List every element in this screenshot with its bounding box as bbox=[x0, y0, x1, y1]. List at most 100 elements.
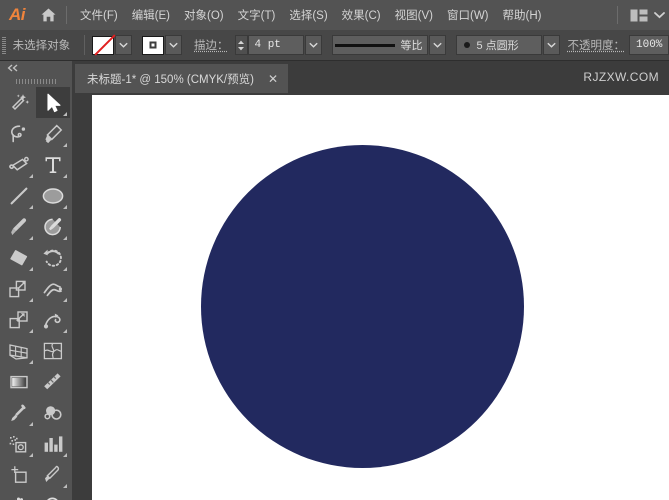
menu-item-file[interactable]: 文件(F) bbox=[73, 3, 125, 27]
app-logo: Ai bbox=[0, 0, 34, 30]
stroke-profile-dropdown[interactable] bbox=[429, 35, 446, 55]
tool-flyout-indicator bbox=[63, 236, 67, 240]
brush-definition-select[interactable]: 5 点圆形 bbox=[456, 35, 542, 55]
tool-line-segment[interactable] bbox=[2, 180, 36, 211]
document-tab-title: 未标题-1* @ 150% (CMYK/预览) bbox=[87, 71, 254, 87]
chevron-down-icon[interactable] bbox=[654, 11, 665, 19]
tool-flyout-indicator bbox=[63, 267, 67, 271]
tools-panel-grip[interactable] bbox=[0, 75, 72, 87]
tool-flyout-indicator bbox=[63, 298, 67, 302]
stroke-weight-label: 描边： bbox=[194, 37, 229, 53]
stroke-profile-select[interactable]: 等比 bbox=[332, 35, 428, 55]
tool-eraser[interactable] bbox=[2, 242, 36, 273]
fill-swatch-dropdown[interactable] bbox=[115, 35, 132, 55]
menu-item-view[interactable]: 视图(V) bbox=[388, 3, 440, 27]
menubar-right-group bbox=[605, 0, 665, 30]
stroke-profile-value: 等比 bbox=[401, 37, 423, 53]
brush-definition-dropdown[interactable] bbox=[543, 35, 560, 55]
tool-flyout-indicator bbox=[63, 205, 67, 209]
menu-item-effect[interactable]: 效果(C) bbox=[335, 3, 388, 27]
tool-slice[interactable] bbox=[36, 459, 70, 490]
tool-flyout-indicator bbox=[29, 360, 33, 364]
tool-flyout-indicator bbox=[29, 205, 33, 209]
brush-preview-icon bbox=[464, 42, 470, 48]
tool-flyout-indicator bbox=[63, 112, 67, 116]
options-divider-1 bbox=[84, 35, 85, 55]
tool-pen[interactable] bbox=[36, 118, 70, 149]
tool-free-transform[interactable] bbox=[2, 304, 36, 335]
menubar-divider-right bbox=[617, 6, 618, 24]
stroke-weight-dropdown[interactable] bbox=[305, 35, 322, 55]
tool-flyout-indicator bbox=[29, 236, 33, 240]
tool-selection[interactable] bbox=[36, 87, 70, 118]
menu-item-edit[interactable]: 编辑(E) bbox=[125, 3, 177, 27]
options-bar-grip[interactable] bbox=[0, 30, 9, 61]
tool-type[interactable] bbox=[36, 149, 70, 180]
menu-item-object[interactable]: 对象(O) bbox=[177, 3, 231, 27]
stroke-swatch-dropdown[interactable] bbox=[165, 35, 182, 55]
fill-none-swatch[interactable] bbox=[92, 36, 114, 55]
tool-flyout-indicator bbox=[63, 329, 67, 333]
opacity-label: 不透明度： bbox=[568, 37, 626, 53]
tool-mesh[interactable] bbox=[36, 335, 70, 366]
tool-shape-builder[interactable] bbox=[36, 304, 70, 335]
workspace-switcher-icon[interactable] bbox=[630, 9, 648, 22]
menu-item-list: 文件(F) 编辑(E) 对象(O) 文字(T) 选择(S) 效果(C) 视图(V… bbox=[73, 3, 548, 27]
selection-status-label: 未选择对象 bbox=[13, 37, 71, 53]
tool-flyout-indicator bbox=[63, 484, 67, 488]
menubar-divider bbox=[66, 6, 67, 24]
stroke-color-swatch[interactable] bbox=[142, 36, 164, 55]
tool-shaper[interactable] bbox=[36, 211, 70, 242]
tools-panel-collapse-button[interactable] bbox=[0, 61, 72, 75]
tool-hand[interactable] bbox=[2, 490, 36, 500]
tool-ellipse[interactable] bbox=[36, 180, 70, 211]
tool-zoom[interactable] bbox=[36, 490, 70, 500]
document-tab[interactable]: 未标题-1* @ 150% (CMYK/预览) ✕ bbox=[75, 64, 288, 93]
tool-grid bbox=[0, 87, 72, 500]
control-options-bar: 未选择对象 描边： bbox=[0, 30, 669, 61]
tool-rotate[interactable] bbox=[36, 242, 70, 273]
watermark-label: RJZXW.COM bbox=[583, 61, 659, 93]
brush-definition-value: 5 点圆形 bbox=[477, 37, 519, 53]
stroke-weight-input[interactable]: 4 pt bbox=[248, 35, 304, 55]
tool-gradient[interactable] bbox=[2, 366, 36, 397]
tool-flyout-indicator bbox=[63, 143, 67, 147]
menu-item-select[interactable]: 选择(S) bbox=[282, 3, 334, 27]
tool-magic-wand[interactable] bbox=[2, 87, 36, 118]
stroke-swatch-inner bbox=[150, 42, 157, 49]
tool-width[interactable] bbox=[36, 273, 70, 304]
stroke-weight-stepper[interactable] bbox=[235, 35, 248, 55]
artboard[interactable] bbox=[92, 95, 669, 500]
tool-column-graph[interactable] bbox=[36, 428, 70, 459]
opacity-input[interactable]: 100% bbox=[629, 35, 669, 55]
menu-item-help[interactable]: 帮助(H) bbox=[496, 3, 549, 27]
tool-measure[interactable] bbox=[36, 366, 70, 397]
document-tab-bar: 未标题-1* @ 150% (CMYK/预览) ✕ RJZXW.COM bbox=[0, 61, 669, 93]
tool-perspective-grid[interactable] bbox=[2, 335, 36, 366]
tool-blend[interactable] bbox=[36, 397, 70, 428]
tool-artboard[interactable] bbox=[2, 459, 36, 490]
tool-eyedropper[interactable] bbox=[2, 397, 36, 428]
canvas-area[interactable] bbox=[72, 93, 669, 500]
tool-scale[interactable] bbox=[2, 273, 36, 304]
ellipse-shape[interactable] bbox=[201, 145, 524, 468]
menu-bar: Ai 文件(F) 编辑(E) 对象(O) 文字(T) 选择(S) 效果(C) 视… bbox=[0, 0, 669, 30]
tool-flyout-indicator bbox=[29, 267, 33, 271]
tool-flyout-indicator bbox=[63, 453, 67, 457]
menu-item-window[interactable]: 窗口(W) bbox=[440, 3, 496, 27]
tool-flyout-indicator bbox=[29, 453, 33, 457]
tool-paintbrush[interactable] bbox=[2, 211, 36, 242]
tool-flyout-indicator bbox=[29, 174, 33, 178]
tools-panel bbox=[0, 61, 72, 500]
close-icon[interactable]: ✕ bbox=[268, 73, 278, 85]
menu-item-type[interactable]: 文字(T) bbox=[231, 3, 283, 27]
tool-flyout-indicator bbox=[29, 298, 33, 302]
tool-symbol-sprayer[interactable] bbox=[2, 428, 36, 459]
illustrator-window: Ai 文件(F) 编辑(E) 对象(O) 文字(T) 选择(S) 效果(C) 视… bbox=[0, 0, 669, 500]
home-icon[interactable] bbox=[34, 0, 62, 30]
tool-lasso[interactable] bbox=[2, 118, 36, 149]
tool-flyout-indicator bbox=[63, 174, 67, 178]
tool-flyout-indicator bbox=[29, 329, 33, 333]
tool-curvature[interactable] bbox=[2, 149, 36, 180]
tool-flyout-indicator bbox=[29, 422, 33, 426]
